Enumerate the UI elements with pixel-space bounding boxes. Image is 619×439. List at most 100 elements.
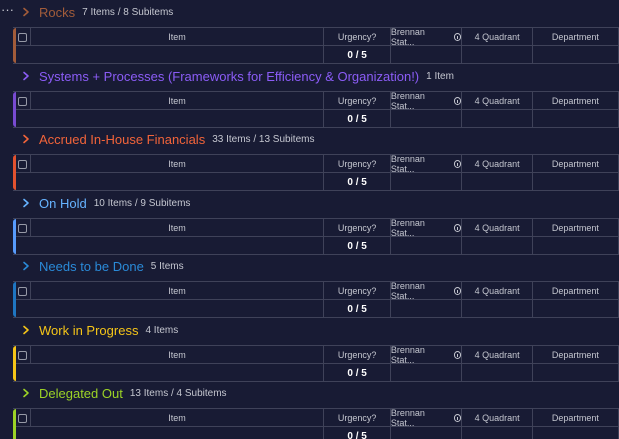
quadrant-summary — [462, 364, 533, 382]
column-header-brennan-status[interactable]: Brennan Stat... — [390, 408, 463, 428]
column-header-quadrant[interactable]: 4 Quadrant — [462, 155, 533, 173]
info-icon[interactable] — [453, 97, 462, 105]
urgency-progress-summary[interactable]: 0 / 5 — [324, 237, 391, 255]
board-group: On Hold 10 Items / 9 Subitems Item Urgen… — [13, 196, 619, 255]
column-header-quadrant[interactable]: 4 Quadrant — [462, 409, 533, 427]
column-header-urgency[interactable]: Urgency? — [324, 346, 391, 364]
group-header[interactable]: Systems + Processes (Frameworks for Effi… — [19, 69, 454, 84]
group-header[interactable]: Accrued In-House Financials 33 Items / 1… — [19, 132, 314, 147]
urgency-progress-summary[interactable]: 0 / 5 — [324, 364, 391, 382]
info-icon[interactable] — [453, 351, 462, 359]
urgency-progress-summary[interactable]: 0 / 5 — [324, 110, 391, 128]
select-all-cell — [16, 409, 31, 427]
chevron-right-icon[interactable] — [19, 323, 33, 337]
column-header-brennan-status[interactable]: Brennan Stat... — [390, 218, 463, 238]
group-title[interactable]: Rocks — [39, 5, 75, 20]
chevron-right-icon[interactable] — [19, 132, 33, 146]
group-title[interactable]: Accrued In-House Financials — [39, 132, 205, 147]
group-header[interactable]: Work in Progress 4 Items — [19, 323, 178, 338]
group-header[interactable]: Delegated Out 13 Items / 4 Subitems — [19, 386, 227, 401]
column-header-item[interactable]: Item — [31, 92, 325, 110]
brennan-summary — [391, 173, 463, 191]
group-item-count: 10 Items / 9 Subitems — [93, 197, 191, 209]
urgency-progress-summary[interactable]: 0 / 5 — [324, 427, 391, 439]
column-header-brennan-label: Brennan Stat... — [390, 408, 425, 428]
select-all-checkbox[interactable] — [18, 96, 28, 106]
column-header-brennan-status[interactable]: Brennan Stat... — [391, 281, 463, 301]
select-all-checkbox[interactable] — [18, 223, 28, 233]
column-header-department[interactable]: Department — [533, 282, 619, 300]
select-all-checkbox[interactable] — [18, 350, 28, 360]
group-title[interactable]: Work in Progress — [39, 323, 138, 338]
summary-blank — [16, 173, 31, 191]
chevron-right-icon[interactable] — [19, 196, 33, 210]
group-header[interactable]: On Hold 10 Items / 9 Subitems — [19, 196, 191, 211]
group-header[interactable]: Needs to be Done 5 Items — [19, 259, 184, 274]
urgency-progress-summary[interactable]: 0 / 5 — [324, 173, 391, 191]
column-header-item[interactable]: Item — [31, 28, 325, 46]
urgency-progress-summary[interactable]: 0 / 5 — [324, 46, 391, 64]
column-header-urgency[interactable]: Urgency? — [324, 155, 391, 173]
select-all-checkbox[interactable] — [18, 413, 28, 423]
column-header-department[interactable]: Department — [533, 155, 619, 173]
group-title[interactable]: Needs to be Done — [39, 259, 144, 274]
info-icon[interactable] — [453, 160, 462, 168]
select-all-checkbox[interactable] — [18, 159, 28, 169]
info-icon[interactable] — [453, 33, 462, 41]
column-header-department[interactable]: Department — [533, 28, 619, 46]
chevron-right-icon[interactable] — [19, 259, 33, 273]
select-all-cell — [16, 346, 31, 364]
column-header-urgency[interactable]: Urgency? — [324, 28, 391, 46]
column-header-brennan-status[interactable]: Brennan Stat... — [391, 91, 463, 111]
column-header-quadrant[interactable]: 4 Quadrant — [462, 346, 533, 364]
column-header-item[interactable]: Item — [31, 346, 325, 364]
group-title[interactable]: Systems + Processes (Frameworks for Effi… — [39, 69, 419, 84]
chevron-right-icon[interactable] — [19, 5, 33, 19]
column-header-department[interactable]: Department — [533, 219, 619, 237]
column-header-department[interactable]: Department — [533, 92, 619, 110]
column-header-quadrant[interactable]: 4 Quadrant — [462, 28, 533, 46]
group-title[interactable]: Delegated Out — [39, 386, 123, 401]
table-header-row: Item Urgency? Brennan Stat... 4 Quadrant… — [16, 408, 619, 428]
table-header-row: Item Urgency? Brennan Stat... 4 Quadrant… — [16, 281, 619, 301]
column-header-quadrant[interactable]: 4 Quadrant — [462, 92, 533, 110]
urgency-progress-value: 0 / 5 — [347, 113, 367, 125]
column-header-quadrant[interactable]: 4 Quadrant — [462, 282, 533, 300]
chevron-right-icon[interactable] — [19, 69, 33, 83]
department-summary — [533, 110, 619, 128]
column-header-urgency[interactable]: Urgency? — [324, 219, 391, 237]
column-header-urgency[interactable]: Urgency? — [324, 92, 391, 110]
column-header-item[interactable]: Item — [31, 219, 325, 237]
group-header[interactable]: Rocks 7 Items / 8 Subitems — [19, 5, 173, 20]
summary-blank — [16, 300, 31, 318]
info-icon[interactable] — [453, 287, 462, 295]
group-table: Item Urgency? Brennan Stat... 4 Quadrant… — [13, 27, 619, 64]
chevron-right-icon[interactable] — [19, 386, 33, 400]
column-header-item[interactable]: Item — [31, 155, 325, 173]
select-all-checkbox[interactable] — [18, 32, 28, 42]
summary-item-blank — [31, 364, 325, 382]
urgency-progress-value: 0 / 5 — [347, 303, 367, 315]
quadrant-summary — [462, 110, 533, 128]
info-icon[interactable] — [453, 224, 462, 232]
column-header-item[interactable]: Item — [31, 409, 325, 427]
column-header-brennan-status[interactable]: Brennan Stat... — [391, 154, 463, 174]
column-header-urgency[interactable]: Urgency? — [324, 282, 391, 300]
group-title[interactable]: On Hold — [39, 196, 87, 211]
urgency-progress-summary[interactable]: 0 / 5 — [324, 300, 391, 318]
column-header-item[interactable]: Item — [31, 282, 325, 300]
column-header-brennan-status[interactable]: Brennan Stat... — [391, 27, 463, 47]
column-header-urgency[interactable]: Urgency? — [324, 409, 391, 427]
column-header-department[interactable]: Department — [533, 346, 619, 364]
brennan-summary — [391, 427, 463, 439]
column-header-quadrant[interactable]: 4 Quadrant — [462, 219, 533, 237]
select-all-checkbox[interactable] — [18, 286, 28, 296]
quadrant-summary — [462, 427, 533, 439]
summary-blank — [16, 237, 31, 255]
group-item-count: 13 Items / 4 Subitems — [129, 387, 227, 399]
column-header-brennan-status[interactable]: Brennan Stat... — [391, 345, 463, 365]
column-header-brennan-label: Brennan Stat... — [390, 218, 425, 238]
info-icon[interactable] — [453, 414, 462, 422]
column-header-department[interactable]: Department — [533, 409, 619, 427]
summary-item-blank — [31, 110, 325, 128]
